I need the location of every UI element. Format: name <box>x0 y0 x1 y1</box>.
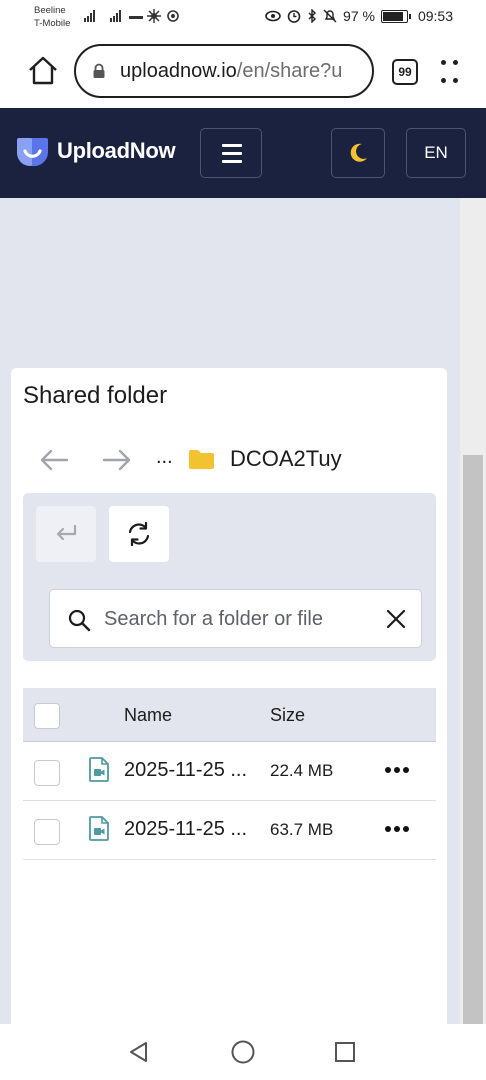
file-size: 22.4 MB <box>270 761 334 780</box>
column-header-name[interactable]: Name <box>124 705 172 726</box>
carrier-2: T-Mobile <box>34 18 71 29</box>
search-icon <box>68 609 91 632</box>
url-path: /en/share?u <box>236 59 343 82</box>
current-folder-name[interactable]: DCOA2Tuy <box>230 446 342 472</box>
panel-title: Shared folder <box>23 382 168 409</box>
video-file-icon <box>89 816 109 841</box>
nav-menu-button[interactable] <box>200 128 262 178</box>
page: Beeline T-Mobile 97 % 09:53 uploadnow.io… <box>0 0 486 1080</box>
video-file-icon <box>89 757 109 782</box>
carrier-1: Beeline <box>34 5 66 16</box>
system-navigation-bar <box>0 1024 486 1080</box>
back-triangle-icon[interactable] <box>127 1040 151 1064</box>
url-host: uploadnow.io <box>120 59 237 82</box>
more-options-icon[interactable] <box>385 764 409 776</box>
language-button[interactable]: EN <box>406 128 466 178</box>
close-icon[interactable] <box>385 608 407 630</box>
brand-name: UploadNow <box>57 138 176 163</box>
alarm-icon <box>287 10 301 23</box>
file-name[interactable]: 2025-11-25 ... <box>124 759 247 782</box>
more-options-icon[interactable] <box>385 823 409 835</box>
search-box <box>49 589 422 648</box>
clock: 09:53 <box>417 8 453 24</box>
home-icon[interactable] <box>26 54 60 88</box>
search-input[interactable] <box>104 604 374 634</box>
dark-mode-toggle[interactable] <box>331 128 385 178</box>
logo[interactable]: UploadNow <box>16 134 176 168</box>
file-size: 63.7 MB <box>270 820 334 839</box>
table-row[interactable]: 2025-11-25 ... 63.7 MB <box>23 801 436 860</box>
breadcrumb-ellipsis[interactable]: ... <box>156 446 173 469</box>
arrow-left-icon[interactable] <box>38 446 70 474</box>
browser-toolbar: uploadnow.io/en/share?u 99 <box>0 34 486 108</box>
refresh-button[interactable] <box>109 506 169 562</box>
row-checkbox[interactable] <box>34 760 60 786</box>
battery-icon <box>380 9 411 23</box>
signal-icons <box>84 9 179 23</box>
app-header: UploadNow EN <box>0 108 486 198</box>
mute-icon <box>323 9 337 23</box>
moon-icon <box>350 143 367 162</box>
table-header: Name Size <box>23 688 436 742</box>
battery-percent: 97 % <box>343 8 375 24</box>
column-header-size[interactable]: Size <box>270 705 305 726</box>
scrollbar-thumb[interactable] <box>463 455 483 1024</box>
status-bar: Beeline T-Mobile 97 % 09:53 <box>0 0 486 34</box>
logo-icon <box>17 138 48 167</box>
arrow-right-icon[interactable] <box>101 446 133 474</box>
tab-switcher-button[interactable]: 99 <box>392 59 418 85</box>
carrier-names: Beeline T-Mobile <box>34 4 70 30</box>
row-checkbox[interactable] <box>34 819 60 845</box>
file-name[interactable]: 2025-11-25 ... <box>124 818 247 841</box>
shared-folder-card: Shared folder ... DCOA2Tuy Search for a … <box>11 368 447 1068</box>
folder-icon <box>189 450 214 469</box>
go-up-button[interactable] <box>36 506 96 562</box>
lock-icon <box>93 63 105 78</box>
refresh-icon <box>128 521 150 547</box>
url-text: uploadnow.io/en/share?u <box>120 60 342 83</box>
toolbar-panel <box>23 493 436 661</box>
home-circle-icon[interactable] <box>230 1039 256 1065</box>
return-icon <box>56 524 77 541</box>
eye-icon <box>265 10 281 22</box>
bluetooth-icon <box>308 9 317 23</box>
recents-square-icon[interactable] <box>333 1040 357 1064</box>
table-row[interactable]: 2025-11-25 ... 22.4 MB <box>23 742 436 801</box>
file-table: Name Size 2025-11-25 ... 22.4 MB 2025-11… <box>23 688 436 860</box>
status-right: 97 % 09:53 <box>265 8 453 24</box>
address-bar[interactable]: uploadnow.io/en/share?u <box>74 44 374 98</box>
folder-breadcrumb: ... DCOA2Tuy <box>11 440 447 480</box>
select-all-checkbox[interactable] <box>34 703 60 729</box>
browser-menu-icon[interactable] <box>441 58 461 86</box>
